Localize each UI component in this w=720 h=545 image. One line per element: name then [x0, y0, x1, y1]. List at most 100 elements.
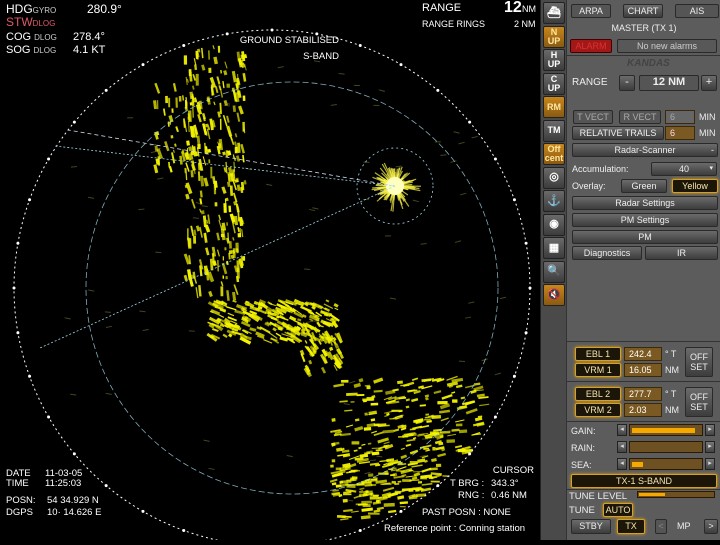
radar-echo [455, 446, 462, 447]
radar-source-dropdown[interactable]: Radar-Scanner- [572, 143, 718, 157]
vector-minutes-input[interactable]: 6 [665, 110, 695, 124]
mode-c-up-button[interactable]: C UP [543, 73, 565, 95]
alarm-button[interactable]: ALARM [570, 39, 612, 53]
sea-decrease[interactable]: ◂ [617, 458, 627, 470]
transmit-button[interactable]: TX [617, 519, 645, 534]
radar-clutter [468, 302, 474, 303]
radar-echo [270, 339, 277, 341]
radar-display[interactable]: HDGGYRO 280.9° STWDLOG COG DLOG 278.4° S… [0, 0, 540, 540]
bearing-tick [525, 242, 528, 245]
rain-increase[interactable]: ▸ [705, 441, 715, 453]
radar-echo [231, 214, 234, 222]
radar-clutter [106, 393, 112, 394]
offset-2-button[interactable]: OFF SET [685, 387, 713, 417]
range-decrease-button[interactable]: - [619, 75, 635, 91]
vrm1-value[interactable]: 16.05 [624, 363, 662, 377]
diagnostics-button[interactable]: Diagnostics [572, 246, 642, 260]
radar-echo [245, 302, 254, 306]
radar-echo [399, 398, 406, 399]
bearing-tick [436, 484, 439, 487]
mp-next-button[interactable]: > [704, 519, 718, 534]
radar-settings-button[interactable]: Radar Settings [572, 196, 718, 210]
radar-echo [355, 420, 359, 421]
radar-echo [438, 443, 443, 444]
offset-1-button[interactable]: OFF SET [685, 347, 713, 377]
overlay-yellow-button[interactable]: Yellow [672, 179, 718, 193]
pm-settings-button[interactable]: PM Settings [572, 213, 718, 227]
radar-clutter [204, 440, 210, 441]
rain-decrease[interactable]: ◂ [617, 441, 627, 453]
bearing-tick [142, 510, 145, 513]
ebl2-value[interactable]: 277.7 [624, 387, 662, 401]
radar-clutter [331, 105, 337, 106]
gain-increase[interactable]: ▸ [705, 424, 715, 436]
tune-auto-button[interactable]: AUTO [603, 503, 633, 517]
radar-clutter [472, 136, 478, 137]
tx-band-button[interactable]: TX-1 S-BAND [571, 474, 717, 488]
ebl1-button[interactable]: EBL 1 [575, 347, 621, 361]
radar-echo [213, 45, 214, 49]
tune-level-label: TUNE LEVEL [569, 491, 627, 502]
anchor-button[interactable]: ⚓ [543, 190, 565, 212]
range-increase-button[interactable]: + [701, 75, 717, 91]
mode-rm-button[interactable]: RM [543, 96, 565, 118]
tab-ais[interactable]: AIS [675, 4, 719, 18]
vrm2-button[interactable]: VRM 2 [575, 403, 621, 417]
mode-off-cent-button[interactable]: Off cent [543, 143, 565, 165]
vrm2-value[interactable]: 2.03 [624, 403, 662, 417]
radar-echo [228, 313, 234, 315]
gain-slider[interactable]: ◂▸ [617, 424, 715, 436]
grid-button[interactable]: ▦ [543, 237, 565, 259]
sea-increase[interactable]: ▸ [705, 458, 715, 470]
trails-minutes-input[interactable]: 6 [665, 126, 695, 140]
radar-echo [215, 181, 216, 190]
gain-decrease[interactable]: ◂ [617, 424, 627, 436]
rings-button[interactable]: ◉ [543, 214, 565, 236]
radar-echo [203, 113, 205, 119]
sea-label: SEA: [571, 460, 592, 470]
radar-echo [173, 150, 174, 153]
standby-button[interactable]: STBY [571, 519, 611, 534]
rain-slider[interactable]: ◂▸ [617, 441, 715, 453]
sea-slider[interactable]: ◂▸ [617, 458, 715, 470]
ir-button[interactable]: IR [645, 246, 718, 260]
ship-button[interactable]: ⛴ [543, 2, 565, 24]
radar-echo [361, 444, 365, 445]
radar-echo [385, 391, 395, 393]
pm-button[interactable]: PM [572, 230, 718, 244]
zoom-page-button[interactable]: 🔍 [543, 261, 565, 283]
sog-label: SOG DLOG [6, 44, 56, 56]
ebl1-value[interactable]: 242.4 [624, 347, 662, 361]
accumulation-dropdown[interactable]: 40▾ [651, 162, 717, 176]
alarm-status: No new alarms [617, 39, 717, 53]
mode-label: RM [544, 103, 564, 112]
radar-clutter [455, 241, 461, 243]
radar-echo [202, 65, 204, 70]
radar-clutter [339, 73, 345, 74]
radar-clutter [155, 252, 161, 253]
overlay-green-button[interactable]: Green [621, 179, 667, 193]
target-button[interactable]: ◎ [543, 167, 565, 189]
tab-chart[interactable]: CHART [623, 4, 663, 18]
true-vector-button[interactable]: T VECT [573, 110, 613, 124]
tab-arpa[interactable]: ARPA [571, 4, 611, 18]
mode-n-up-button[interactable]: N UP [543, 26, 565, 48]
radar-echo [359, 380, 363, 381]
radar-echo [317, 322, 320, 326]
radar-echo [202, 176, 203, 186]
bearing-tick [400, 63, 403, 66]
radar-echo [215, 57, 216, 64]
radar-echo [165, 141, 168, 150]
radar-ppi[interactable] [0, 0, 540, 540]
relative-trails-button[interactable]: RELATIVE TRAILS [572, 126, 664, 140]
radar-echo [402, 489, 410, 490]
radar-echo [186, 152, 187, 158]
relative-vector-button[interactable]: R VECT [619, 110, 661, 124]
mode-tm-button[interactable]: TM [543, 120, 565, 142]
ebl2-button[interactable]: EBL 2 [575, 387, 621, 401]
mp-prev-button[interactable]: < [655, 519, 667, 534]
mode-h-up-button[interactable]: H UP [543, 49, 565, 71]
radar-echo [441, 418, 449, 421]
vrm1-button[interactable]: VRM 1 [575, 363, 621, 377]
mute-button[interactable]: 🔇 [543, 284, 565, 306]
